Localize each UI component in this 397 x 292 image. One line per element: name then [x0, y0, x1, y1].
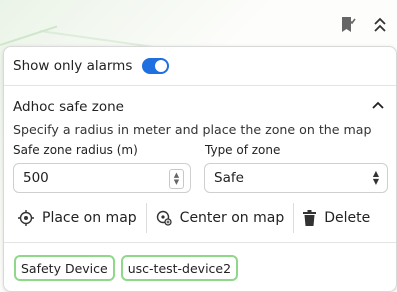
chevron-up-icon[interactable]: [370, 98, 386, 114]
collapse-all-icon[interactable]: [371, 16, 389, 34]
bookmark-check-icon[interactable]: [339, 16, 357, 34]
crosshair-icon: [18, 210, 34, 226]
device-chip[interactable]: usc-test-device2: [120, 255, 239, 281]
show-only-alarms-toggle[interactable]: [142, 58, 170, 74]
device-chip[interactable]: Safety Device: [14, 255, 115, 281]
zone-type-select[interactable]: Safe ▲ ▼: [204, 163, 388, 193]
show-only-alarms-label: Show only alarms: [13, 58, 133, 74]
place-on-map-button[interactable]: Place on map: [4, 203, 146, 233]
divider: [4, 242, 396, 243]
center-location-icon: [156, 210, 172, 226]
delete-label: Delete: [324, 210, 371, 226]
radius-label: Safe zone radius (m): [13, 143, 138, 157]
center-on-map-button[interactable]: Center on map: [147, 203, 294, 233]
number-stepper[interactable]: ▲ ▼: [169, 169, 184, 189]
safe-zone-description: Specify a radius in meter and place the …: [13, 122, 372, 137]
show-only-alarms-row: Show only alarms: [13, 58, 170, 74]
zone-actions: Place on map Center on map Delete: [4, 203, 396, 233]
map-toolbar: [339, 16, 389, 34]
radius-input[interactable]: 500 ▲ ▼: [13, 163, 191, 193]
trash-icon: [303, 210, 317, 226]
delete-zone-button[interactable]: Delete: [294, 203, 379, 233]
divider: [4, 85, 396, 86]
safe-zone-title: Adhoc safe zone: [13, 99, 124, 115]
alarm-filter-panel: Show only alarms Adhoc safe zone Specify…: [3, 46, 397, 292]
zone-type-label: Type of zone: [205, 143, 281, 157]
device-chips: Safety Device usc-test-device2: [14, 255, 239, 281]
stepper-down-icon[interactable]: ▼: [174, 179, 179, 186]
center-on-map-label: Center on map: [179, 210, 285, 226]
radius-value: 500: [23, 170, 49, 186]
zone-type-value: Safe: [214, 170, 244, 186]
map-road: [0, 25, 58, 46]
select-arrows-icon: ▲ ▼: [372, 169, 379, 186]
place-on-map-label: Place on map: [42, 210, 137, 226]
